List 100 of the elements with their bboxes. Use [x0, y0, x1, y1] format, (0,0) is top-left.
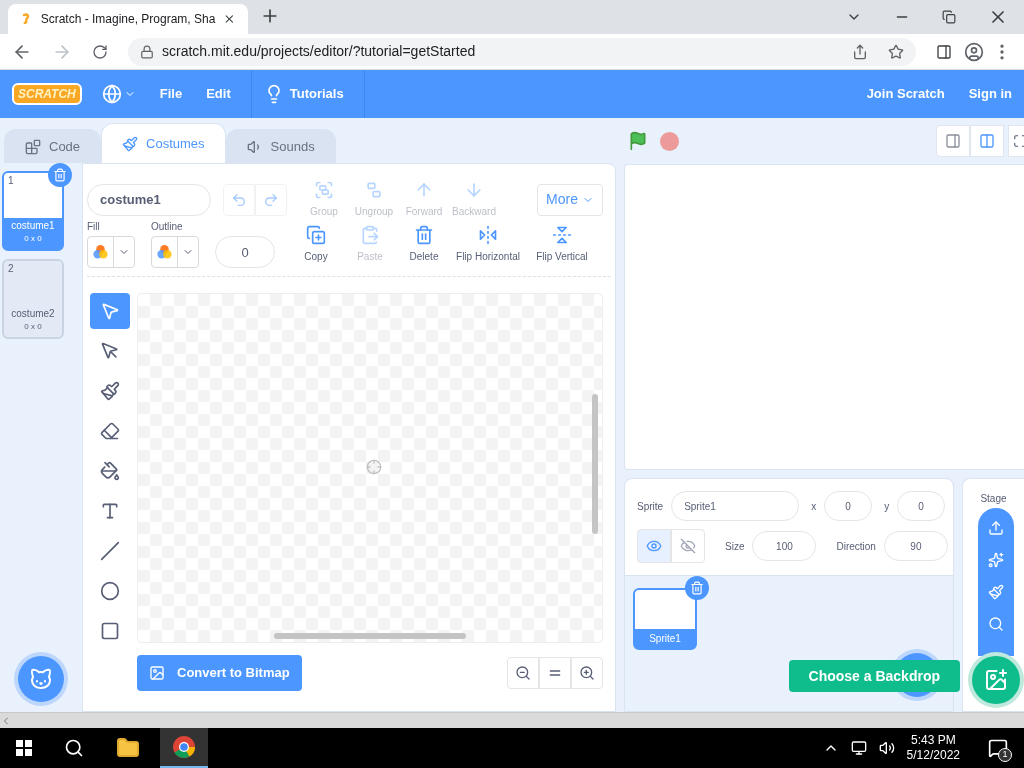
cat-icon: [29, 667, 53, 691]
costume-name: costume2: [10, 307, 56, 321]
x-field[interactable]: 0: [824, 491, 873, 521]
sprite-name: Sprite1: [648, 632, 682, 646]
menu-item[interactable]: Edit: [206, 84, 231, 104]
costume-size: 0 x 0: [23, 233, 43, 245]
tutorials-button[interactable]: Tutorials: [263, 84, 364, 104]
small-stage-button[interactable]: [936, 125, 970, 157]
reload-icon[interactable]: [92, 43, 108, 60]
field-label: y: [884, 499, 890, 514]
field-label: Fill: [87, 220, 101, 234]
flip-horizontal-icon: [478, 225, 498, 245]
y-field[interactable]: 0: [897, 491, 946, 521]
trash-icon: [690, 581, 704, 595]
zoom-out-button[interactable]: [507, 657, 539, 689]
paste-icon: [360, 225, 380, 245]
browser-logo-icon: [172, 735, 196, 759]
backdrop-tooltip: Choose a Backdrop: [788, 660, 960, 692]
field-label: Sprite: [637, 499, 664, 514]
trash-icon: [53, 168, 67, 182]
line-icon: [100, 541, 120, 561]
costume-number: 2: [8, 263, 14, 274]
delete-button[interactable]: Delete: [399, 225, 449, 264]
trash-icon: [414, 225, 434, 245]
direction-field[interactable]: 90: [883, 531, 948, 561]
chrome-taskbar-button[interactable]: [160, 728, 208, 768]
sprite-thumbnail[interactable]: Sprite1: [633, 588, 697, 650]
delete-badge[interactable]: [48, 163, 72, 187]
reset-zoom-button[interactable]: [539, 657, 571, 689]
brush-icon[interactable]: [988, 584, 1004, 600]
select-tool[interactable]: [90, 293, 130, 329]
add-costume-button[interactable]: [18, 656, 64, 702]
hide-button[interactable]: [671, 529, 705, 563]
browser-tab[interactable]: Scratch - Imagine, Program, Sha: [8, 4, 248, 34]
pointer-icon: [100, 341, 120, 361]
image-plus-icon: [984, 668, 1008, 692]
editor-tab[interactable]: Code: [4, 129, 102, 163]
scrollbar-thumb[interactable]: [592, 394, 598, 534]
horizontal-scrollbar[interactable]: [0, 712, 1024, 728]
choose-backdrop-button[interactable]: [972, 656, 1020, 704]
notification-icon[interactable]: [988, 738, 1008, 758]
profile-icon[interactable]: [964, 41, 984, 62]
network-icon[interactable]: [850, 740, 867, 756]
field-label: Direction: [836, 539, 876, 554]
normal-stage-button[interactable]: [970, 125, 1004, 157]
brush-icon: [100, 381, 120, 401]
sign-in-link[interactable]: Sign in: [968, 84, 1012, 104]
layout-icon: [945, 133, 961, 149]
windows-logo-icon[interactable]: [16, 740, 32, 756]
star-icon[interactable]: [888, 43, 904, 60]
fullscreen-icon: [1013, 134, 1024, 148]
flag-icon[interactable]: [628, 131, 648, 151]
tab-title: Scratch - Imagine, Program, Sha: [40, 11, 216, 28]
ungroup-icon: [364, 180, 384, 200]
join-link[interactable]: Join Scratch: [866, 84, 945, 104]
editor-tab[interactable]: Sounds: [225, 129, 336, 163]
restore-icon[interactable]: [942, 10, 956, 24]
color-picker[interactable]: [151, 236, 199, 268]
costume-name-field[interactable]: costume1: [87, 183, 211, 216]
costume-card[interactable]: 2 costume2 0 x 0: [2, 259, 64, 339]
show-button[interactable]: [637, 529, 671, 563]
zoom-in-icon: [579, 665, 595, 681]
field-label: Outline: [151, 220, 184, 234]
stage-title: Stage: [980, 492, 1007, 506]
sparkles-icon[interactable]: [988, 552, 1004, 568]
copy-button[interactable]: Copy: [291, 225, 341, 264]
paint-bucket-icon: [100, 461, 120, 481]
undo-icon: [231, 191, 247, 208]
fullscreen-button[interactable]: [1008, 125, 1024, 157]
side-panel-icon[interactable]: [936, 43, 952, 60]
costume-card[interactable]: 1 costume1 0 x 0: [2, 171, 64, 251]
share-icon[interactable]: [852, 43, 868, 60]
more-button[interactable]: More: [537, 183, 603, 216]
outline-width-field[interactable]: 0: [215, 236, 275, 268]
notification-count: 1: [998, 748, 1012, 762]
eraser-icon: [100, 421, 120, 441]
search-icon[interactable]: [64, 738, 84, 758]
sprite-preview: [635, 590, 695, 629]
field-label: x: [811, 499, 817, 514]
image-icon: [149, 665, 165, 681]
upload-icon[interactable]: [988, 520, 1004, 536]
globe-icon: [101, 84, 122, 104]
blocks-icon: [25, 138, 41, 155]
brush-icon: [122, 135, 139, 152]
sprite-name-field[interactable]: Sprite1: [671, 491, 800, 521]
language-menu[interactable]: [101, 84, 136, 104]
color-picker[interactable]: [87, 236, 135, 268]
size-field[interactable]: 100: [752, 531, 817, 561]
group-icon: [314, 180, 334, 200]
delete-badge[interactable]: [685, 576, 709, 600]
convert-button[interactable]: Convert to Bitmap: [137, 655, 302, 691]
address-bar[interactable]: scratch.mit.edu/projects/editor/?tutorial=getStarted: [128, 37, 916, 66]
zoom-in-button[interactable]: [571, 657, 603, 689]
menu-item[interactable]: File: [159, 84, 183, 104]
zoom-out-icon: [515, 665, 531, 681]
folder-icon[interactable]: [116, 736, 140, 760]
editor-tab[interactable]: Costumes: [101, 123, 226, 163]
volume-icon[interactable]: [878, 740, 895, 756]
cursor-icon: [100, 301, 120, 321]
scrollbar-thumb[interactable]: [274, 633, 466, 639]
